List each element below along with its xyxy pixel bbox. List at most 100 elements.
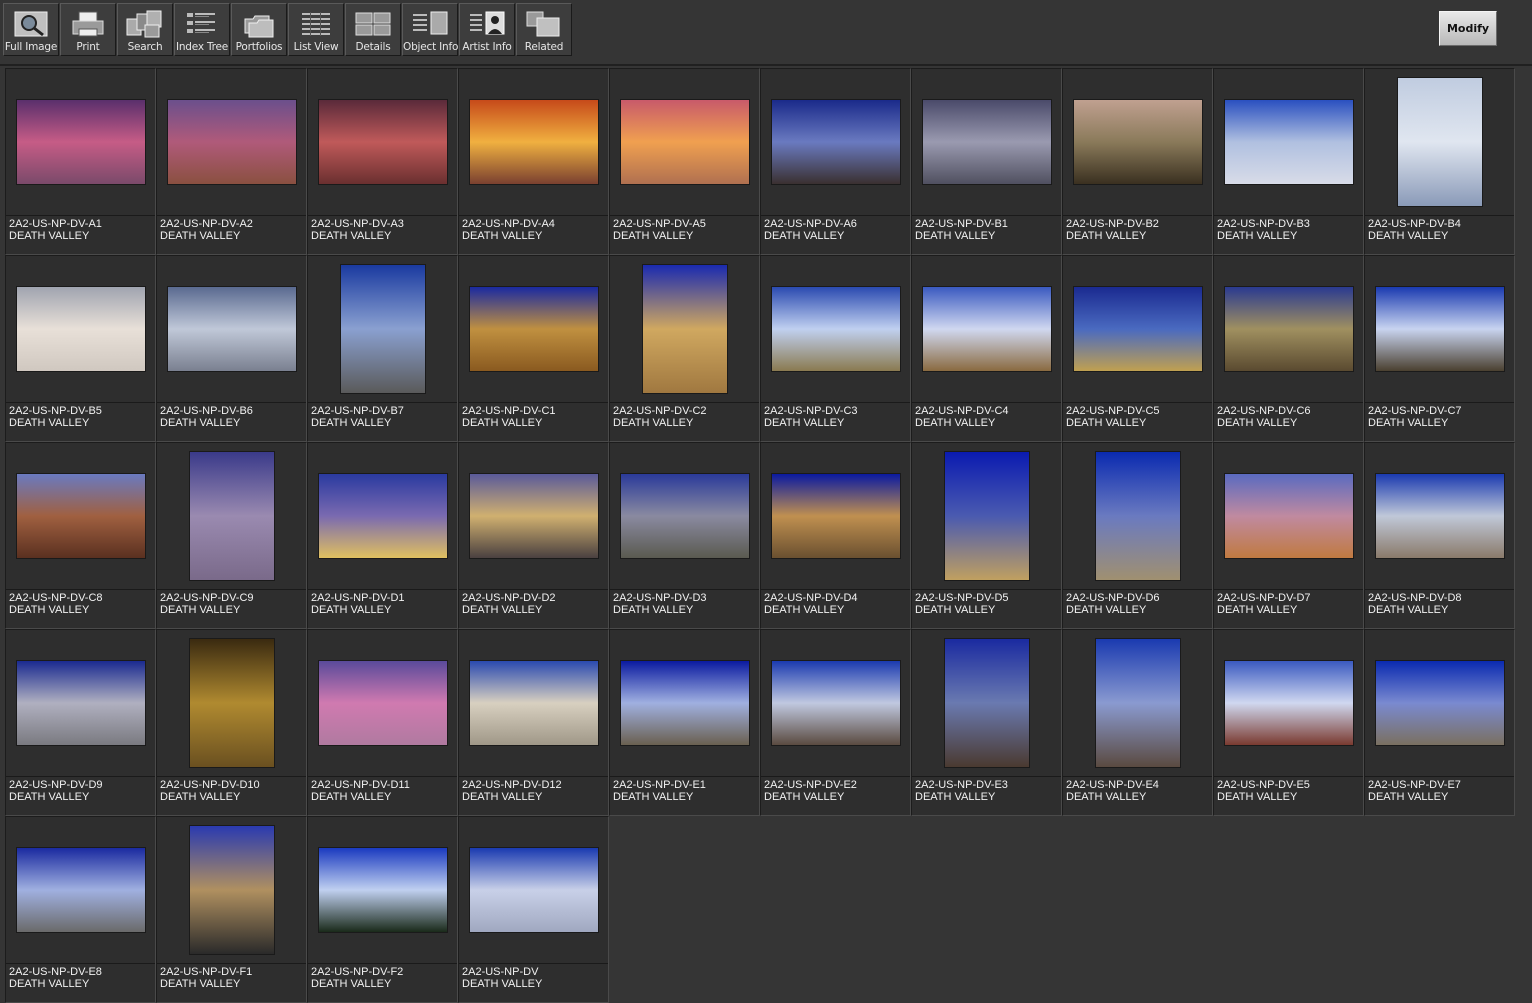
thumbnail-cell[interactable]: 2A2-US-NP-DV-D8 DEATH VALLEY (1364, 442, 1515, 629)
toolbar-button-list-view[interactable]: List View (288, 3, 344, 56)
thumbnail-cell[interactable]: 2A2-US-NP-DV-D1 DEATH VALLEY (307, 442, 458, 629)
thumbnail-cell[interactable]: 2A2-US-NP-DV-F2 DEATH VALLEY (307, 816, 458, 1003)
thumbnail-image[interactable] (771, 474, 900, 558)
thumbnail-cell[interactable]: 2A2-US-NP-DV-A6 DEATH VALLEY (760, 68, 911, 255)
thumbnail-cell[interactable]: 2A2-US-NP-DV DEATH VALLEY (458, 816, 609, 1003)
thumbnail-image[interactable] (340, 265, 425, 393)
thumbnail-cell[interactable]: 2A2-US-NP-DV-F1 DEATH VALLEY (156, 816, 307, 1003)
thumbnail-image[interactable] (469, 100, 598, 184)
thumbnail-cell[interactable]: 2A2-US-NP-DV-A3 DEATH VALLEY (307, 68, 458, 255)
thumbnail-image[interactable] (16, 848, 145, 932)
thumbnail-image[interactable] (189, 639, 274, 767)
thumbnail-cell[interactable]: 2A2-US-NP-DV-C7 DEATH VALLEY (1364, 255, 1515, 442)
thumbnail-cell[interactable]: 2A2-US-NP-DV-D5 DEATH VALLEY (911, 442, 1062, 629)
thumbnail-cell[interactable]: 2A2-US-NP-DV-E7 DEATH VALLEY (1364, 629, 1515, 816)
thumbnail-caption: 2A2-US-NP-DV-D10 DEATH VALLEY (157, 776, 306, 816)
thumbnail-image[interactable] (16, 287, 145, 371)
thumbnail-image[interactable] (1375, 287, 1504, 371)
thumbnail-image[interactable] (189, 452, 274, 580)
thumbnail-cell[interactable]: 2A2-US-NP-DV-A5 DEATH VALLEY (609, 68, 760, 255)
thumbnail-image[interactable] (318, 661, 447, 745)
thumbnail-image[interactable] (167, 100, 296, 184)
thumbnail-image[interactable] (771, 100, 900, 184)
thumbnail-image[interactable] (1073, 100, 1202, 184)
toolbar-button-index-tree[interactable]: Index Tree (174, 3, 230, 56)
thumbnail-cell[interactable]: 2A2-US-NP-DV-B3 DEATH VALLEY (1213, 68, 1364, 255)
thumbnail-cell[interactable]: 2A2-US-NP-DV-B5 DEATH VALLEY (5, 255, 156, 442)
thumbnail-cell[interactable]: 2A2-US-NP-DV-D9 DEATH VALLEY (5, 629, 156, 816)
thumbnail-cell[interactable]: 2A2-US-NP-DV-D2 DEATH VALLEY (458, 442, 609, 629)
thumbnail-image[interactable] (189, 826, 274, 954)
thumbnail-cell[interactable]: 2A2-US-NP-DV-B7 DEATH VALLEY (307, 255, 458, 442)
thumbnail-image[interactable] (318, 474, 447, 558)
thumbnail-cell[interactable]: 2A2-US-NP-DV-D4 DEATH VALLEY (760, 442, 911, 629)
thumbnail-cell[interactable]: 2A2-US-NP-DV-D11 DEATH VALLEY (307, 629, 458, 816)
thumbnail-image[interactable] (469, 474, 598, 558)
thumbnail-image[interactable] (620, 661, 749, 745)
thumbnail-image[interactable] (944, 639, 1029, 767)
thumbnail-image[interactable] (1375, 661, 1504, 745)
thumbnail-cell[interactable]: 2A2-US-NP-DV-B1 DEATH VALLEY (911, 68, 1062, 255)
thumbnail-cell[interactable]: 2A2-US-NP-DV-C1 DEATH VALLEY (458, 255, 609, 442)
thumbnail-cell[interactable]: 2A2-US-NP-DV-A4 DEATH VALLEY (458, 68, 609, 255)
thumbnail-image[interactable] (16, 474, 145, 558)
thumbnail-image[interactable] (16, 661, 145, 745)
thumbnail-image[interactable] (1224, 100, 1353, 184)
thumbnail-image[interactable] (1397, 78, 1482, 206)
thumbnail-image[interactable] (620, 100, 749, 184)
thumbnail-cell[interactable]: 2A2-US-NP-DV-D6 DEATH VALLEY (1062, 442, 1213, 629)
toolbar-button-details[interactable]: Details (345, 3, 401, 56)
thumbnail-image[interactable] (944, 452, 1029, 580)
thumbnail-image[interactable] (167, 287, 296, 371)
thumbnail-image[interactable] (620, 474, 749, 558)
thumbnail-cell[interactable]: 2A2-US-NP-DV-C5 DEATH VALLEY (1062, 255, 1213, 442)
thumbnail-cell[interactable]: 2A2-US-NP-DV-D12 DEATH VALLEY (458, 629, 609, 816)
toolbar-button-portfolios[interactable]: Portfolios (231, 3, 287, 56)
thumbnail-cell[interactable]: 2A2-US-NP-DV-E1 DEATH VALLEY (609, 629, 760, 816)
toolbar-button-print[interactable]: Print (60, 3, 116, 56)
thumbnail-cell[interactable]: 2A2-US-NP-DV-E5 DEATH VALLEY (1213, 629, 1364, 816)
thumbnail-image[interactable] (922, 100, 1051, 184)
thumbnail-cell[interactable]: 2A2-US-NP-DV-D7 DEATH VALLEY (1213, 442, 1364, 629)
thumbnail-cell[interactable]: 2A2-US-NP-DV-C4 DEATH VALLEY (911, 255, 1062, 442)
thumbnail-cell[interactable]: 2A2-US-NP-DV-A1 DEATH VALLEY (5, 68, 156, 255)
toolbar-button-object-info[interactable]: Object Info (402, 3, 458, 56)
thumbnail-cell[interactable]: 2A2-US-NP-DV-C9 DEATH VALLEY (156, 442, 307, 629)
thumbnail-cell[interactable]: 2A2-US-NP-DV-B4 DEATH VALLEY (1364, 68, 1515, 255)
thumbnail-cell[interactable]: 2A2-US-NP-DV-B6 DEATH VALLEY (156, 255, 307, 442)
thumbnail-cell[interactable]: 2A2-US-NP-DV-E8 DEATH VALLEY (5, 816, 156, 1003)
thumbnail-image[interactable] (1095, 639, 1180, 767)
thumbnail-cell[interactable]: 2A2-US-NP-DV-C8 DEATH VALLEY (5, 442, 156, 629)
thumbnail-cell[interactable]: 2A2-US-NP-DV-B2 DEATH VALLEY (1062, 68, 1213, 255)
thumbnail-cell[interactable]: 2A2-US-NP-DV-E4 DEATH VALLEY (1062, 629, 1213, 816)
thumbnail-cell[interactable]: 2A2-US-NP-DV-A2 DEATH VALLEY (156, 68, 307, 255)
modify-button[interactable]: Modify (1439, 11, 1497, 46)
thumbnail-image[interactable] (1095, 452, 1180, 580)
thumbnail-image[interactable] (318, 848, 447, 932)
thumbnail-image[interactable] (771, 661, 900, 745)
thumbnail-image[interactable] (1224, 287, 1353, 371)
thumbnail-cell[interactable]: 2A2-US-NP-DV-D10 DEATH VALLEY (156, 629, 307, 816)
thumbnail-image[interactable] (469, 287, 598, 371)
thumbnail-image[interactable] (16, 100, 145, 184)
thumbnail-image[interactable] (922, 287, 1051, 371)
thumbnail-image[interactable] (771, 287, 900, 371)
toolbar-button-related[interactable]: Related (516, 3, 572, 56)
thumbnail-image[interactable] (1073, 287, 1202, 371)
thumbnail-cell[interactable]: 2A2-US-NP-DV-E2 DEATH VALLEY (760, 629, 911, 816)
thumbnail-image[interactable] (318, 100, 447, 184)
thumbnail-image[interactable] (642, 265, 727, 393)
toolbar-button-search[interactable]: Search (117, 3, 173, 56)
thumbnail-image[interactable] (1224, 661, 1353, 745)
thumbnail-cell[interactable]: 2A2-US-NP-DV-D3 DEATH VALLEY (609, 442, 760, 629)
thumbnail-cell[interactable]: 2A2-US-NP-DV-E3 DEATH VALLEY (911, 629, 1062, 816)
thumbnail-cell[interactable]: 2A2-US-NP-DV-C3 DEATH VALLEY (760, 255, 911, 442)
thumbnail-cell[interactable]: 2A2-US-NP-DV-C6 DEATH VALLEY (1213, 255, 1364, 442)
toolbar-button-full-image[interactable]: Full Image (3, 3, 59, 56)
thumbnail-image[interactable] (1375, 474, 1504, 558)
thumbnail-image[interactable] (469, 848, 598, 932)
thumbnail-image[interactable] (469, 661, 598, 745)
toolbar-button-artist-info[interactable]: Artist Info (459, 3, 515, 56)
thumbnail-image[interactable] (1224, 474, 1353, 558)
thumbnail-cell[interactable]: 2A2-US-NP-DV-C2 DEATH VALLEY (609, 255, 760, 442)
